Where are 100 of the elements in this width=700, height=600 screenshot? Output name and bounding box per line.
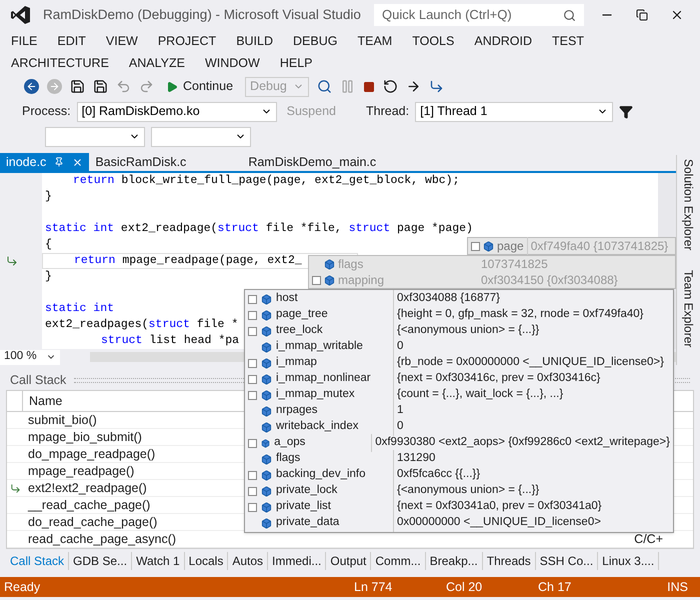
- panel-tab[interactable]: Comm...: [371, 552, 426, 570]
- forward-icon[interactable]: [47, 79, 62, 94]
- side-panel-tab[interactable]: Solution Explorer: [680, 159, 698, 250]
- menu-item[interactable]: PROJECT: [150, 30, 224, 52]
- code-line: }: [45, 189, 52, 206]
- panel-tab[interactable]: Call Stack: [6, 552, 70, 570]
- field-icon: [261, 358, 272, 368]
- panel-tab[interactable]: Watch 1: [132, 552, 185, 570]
- field-value: 0xf5fca6cc {{...}}: [393, 466, 480, 484]
- field-icon: [261, 342, 272, 352]
- menu-item[interactable]: VIEW: [98, 30, 145, 52]
- file-tab[interactable]: inode.c: [0, 153, 90, 171]
- frame-name[interactable]: mpage_readpage(): [23, 462, 134, 480]
- frame-name[interactable]: do_mpage_readpage(): [23, 444, 156, 464]
- status-message: Ready: [4, 578, 42, 596]
- panel-tab[interactable]: Linux 3....: [598, 552, 660, 570]
- frame-name[interactable]: submit_bio(): [23, 410, 97, 430]
- panel-tab[interactable]: Output: [326, 552, 372, 570]
- search-icon[interactable]: [317, 79, 332, 94]
- menu-item[interactable]: FILE: [4, 30, 44, 52]
- step-icon[interactable]: [406, 79, 422, 94]
- frame-name[interactable]: do_read_cache_page(): [23, 512, 158, 532]
- field-value: {<anonymous union> = {...}}: [393, 322, 540, 340]
- frame-name[interactable]: __read_cache_page(): [23, 496, 150, 514]
- code-line: struct list head *pa: [101, 333, 240, 350]
- menu-item[interactable]: HELP: [272, 52, 320, 74]
- field-name: i_mmap_mutex: [276, 387, 356, 402]
- panel-tab[interactable]: Breakp...: [426, 552, 483, 570]
- language-cell-text: C/C+: [634, 530, 663, 548]
- menu-item[interactable]: DEBUG: [286, 30, 344, 52]
- file-tab[interactable]: BasicRamDisk.c: [89, 153, 192, 171]
- panel-tab[interactable]: GDB Se...: [69, 552, 132, 570]
- expand-icon[interactable]: [248, 438, 257, 448]
- code-line: {: [45, 237, 52, 254]
- frame-name[interactable]: read_cache_page_async(): [23, 530, 176, 548]
- field-name: i_mmap_writable: [276, 339, 364, 354]
- restore-icon[interactable]: [636, 9, 648, 21]
- thread-dropdown[interactable]: [1] Thread 1: [415, 102, 614, 122]
- pin-icon[interactable]: [54, 157, 64, 167]
- expand-icon[interactable]: [471, 242, 480, 250]
- field-value: 0: [393, 338, 404, 356]
- panel-tab[interactable]: Locals: [184, 552, 228, 570]
- menu-item[interactable]: ANDROID: [467, 30, 540, 52]
- field-name: backing_dev_info: [276, 467, 367, 482]
- process-label: Process:: [22, 103, 71, 120]
- menu-item[interactable]: BUILD: [229, 30, 280, 52]
- back-icon[interactable]: [24, 79, 39, 94]
- column-header[interactable]: Name: [23, 392, 62, 410]
- menu-item[interactable]: TEAM: [350, 30, 400, 52]
- field-name: private_data: [276, 515, 340, 530]
- step-into-icon[interactable]: [429, 79, 444, 94]
- save-icon[interactable]: [70, 79, 85, 94]
- menu-item[interactable]: TEST: [545, 30, 591, 52]
- field-value: {height = 0, gfp_mask = 32, rnode = 0xf749fa40}: [393, 306, 644, 324]
- quick-launch-field[interactable]: Quick Launch (Ctrl+Q): [374, 4, 584, 26]
- field-icon: [324, 258, 335, 270]
- pause-icon[interactable]: [340, 79, 356, 94]
- menu-item[interactable]: WINDOW: [198, 52, 267, 74]
- panel-tab[interactable]: SSH Co...: [536, 552, 598, 570]
- close-icon[interactable]: [670, 8, 684, 22]
- logo-icon: [11, 5, 31, 25]
- field-icon: [483, 240, 494, 252]
- field-name: tree_lock: [276, 323, 324, 338]
- window-title: RamDiskDemo (Debugging) - Microsoft Visual Studio: [43, 6, 361, 24]
- continue-button[interactable]: Continue: [162, 77, 238, 96]
- status-mode: INS: [667, 578, 688, 596]
- field-value: 0xf3034150 {0xf3034088}: [481, 272, 618, 289]
- panel-tab[interactable]: Autos: [228, 552, 268, 570]
- field-name: a_ops: [274, 435, 306, 450]
- panel-tab[interactable]: Threads: [482, 552, 536, 570]
- field-icon: [261, 486, 272, 496]
- field-value: {next = 0xf30341a0, prev = 0xf30341a0}: [393, 498, 602, 516]
- redo-icon[interactable]: [139, 79, 154, 94]
- menu-item[interactable]: ANALYZE: [122, 52, 192, 74]
- frame-name[interactable]: ext2!ext2_readpage(): [23, 478, 147, 498]
- menu-item[interactable]: TOOLS: [405, 30, 462, 52]
- field-icon: [261, 406, 272, 416]
- restart-icon[interactable]: [383, 79, 398, 94]
- field-value: 1073741825: [481, 256, 548, 273]
- filter-icon[interactable]: [619, 104, 634, 118]
- process-dropdown[interactable]: [0] RamDiskDemo.ko: [76, 102, 277, 122]
- field-value: {next = 0xf303416c, prev = 0xf303416c}: [393, 370, 600, 388]
- zoom-dropdown[interactable]: 100 %: [0, 350, 60, 364]
- menu-item[interactable]: EDIT: [50, 30, 93, 52]
- file-tab[interactable]: RamDiskDemo_main.c: [242, 153, 382, 171]
- panel-tab[interactable]: Immedi...: [268, 552, 326, 570]
- save-all-icon[interactable]: [93, 79, 108, 94]
- field-name: page_tree: [276, 307, 329, 322]
- field-value: {rb_node = 0x00000000 <__UNIQUE_ID_license0>}: [393, 354, 664, 372]
- datatip-tooltip[interactable]: page 0xf749fa40 {1073741825}: [467, 237, 676, 255]
- undo-icon[interactable]: [116, 79, 131, 94]
- menu-item[interactable]: ARCHITECTURE: [4, 52, 116, 74]
- field-name: nrpages: [276, 403, 319, 418]
- field-value: 0x00000000 <__UNIQUE_ID_license0>: [393, 514, 601, 532]
- field-value: 131290: [393, 450, 436, 468]
- side-panel-tab[interactable]: Team Explorer: [680, 270, 698, 348]
- stop-icon[interactable]: [363, 80, 376, 92]
- field-value: 0: [393, 418, 404, 436]
- frame-name[interactable]: mpage_bio_submit(): [23, 428, 142, 446]
- expand-icon[interactable]: [312, 276, 321, 284]
